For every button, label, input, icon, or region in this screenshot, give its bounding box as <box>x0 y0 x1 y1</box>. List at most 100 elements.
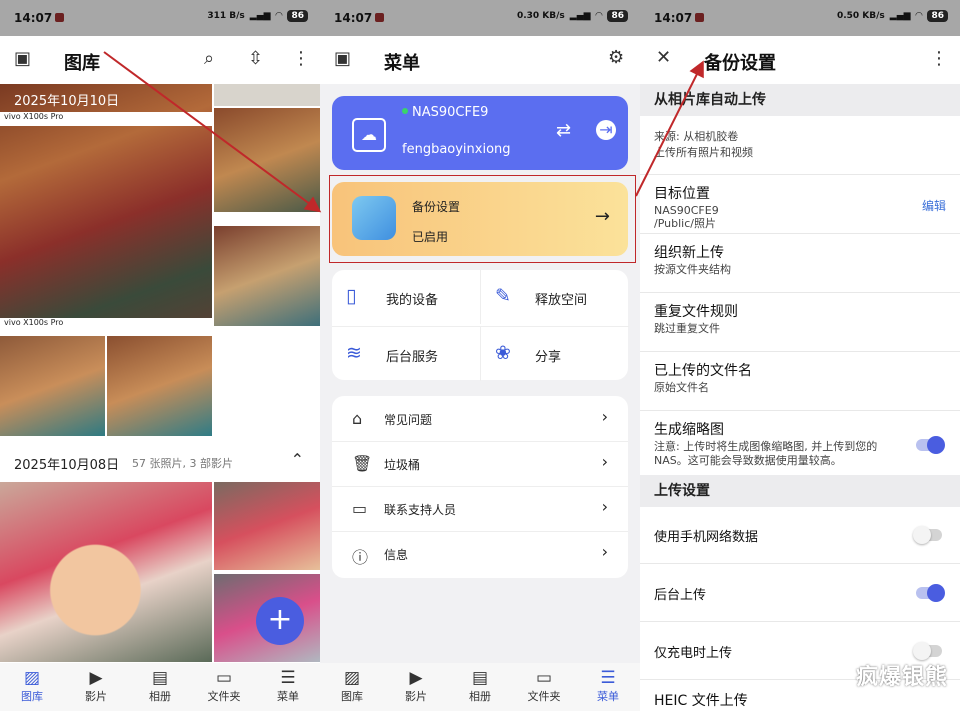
nav-menu[interactable]: ☰ 菜单 <box>576 663 640 711</box>
row-sub: 按源文件夹结构 <box>654 263 731 276</box>
chevron-right-icon: › <box>601 497 608 516</box>
nav-gallery[interactable]: ▨ 图库 <box>0 663 64 711</box>
row-title: 重复文件规则 <box>654 304 738 320</box>
info-icon: ⓘ <box>352 548 369 567</box>
status-time: 14:07 <box>334 11 373 25</box>
section-header: 从相片库自动上传 <box>640 84 960 116</box>
nav-folders[interactable]: ▭ 文件夹 <box>512 663 576 711</box>
nav-folders[interactable]: ▭ 文件夹 <box>192 663 256 711</box>
chevron-right-icon: › <box>601 542 608 561</box>
row-sub: 注意: 上传时将生成图像缩略图, 并上传到您的 NAS。这可能会导致数据使用量较… <box>654 440 878 467</box>
photo-child-large[interactable] <box>0 482 212 662</box>
row-title: 使用手机网络数据 <box>654 530 759 545</box>
switch-icon[interactable]: ⇄ <box>556 120 571 141</box>
battery-icon: 86 <box>927 10 948 22</box>
battery-icon: 86 <box>607 10 628 22</box>
menu-icon: ☰ <box>280 668 296 688</box>
row-sub: NAS90CFE9 <box>654 204 719 217</box>
background-upload-toggle[interactable] <box>916 584 945 602</box>
share-button[interactable]: ❀ 分享 <box>480 326 629 381</box>
nav-albums[interactable]: ▤ 相册 <box>128 663 192 711</box>
chevron-right-icon: › <box>601 452 608 471</box>
nav-videos[interactable]: ▶ 影片 <box>64 663 128 711</box>
list-item-trash[interactable]: 🗑 垃圾桶 › <box>332 441 628 487</box>
folder-icon: ▭ <box>215 668 233 688</box>
sidebar-toggle-icon[interactable]: ▣ <box>14 48 31 69</box>
nas-user: fengbaoyinxiong <box>402 142 511 157</box>
photo-thumb[interactable] <box>107 336 212 436</box>
menu-appbar: ▣ 菜单 ⚙ <box>320 36 640 84</box>
list-item-info[interactable]: ⓘ 信息 › <box>332 531 628 576</box>
row-title: 组织新上传 <box>654 245 724 261</box>
service-icon: ≋ <box>346 342 362 364</box>
uploaded-filename-row[interactable]: 已上传的文件名 原始文件名 <box>640 352 960 411</box>
organize-row[interactable]: 组织新上传 按源文件夹结构 <box>640 234 960 293</box>
app-notification-icon <box>375 13 384 22</box>
settings-appbar: ✕ 备份设置 ⋮ <box>640 36 960 84</box>
charging-only-toggle[interactable] <box>913 642 942 660</box>
photo-thumb[interactable] <box>214 84 320 106</box>
target-location-row[interactable]: 目标位置 NAS90CFE9 /Public/照片 编辑 <box>640 175 960 234</box>
trash-icon: 🗑 <box>352 454 373 473</box>
nas-card[interactable]: ☁ NAS90CFE9 fengbaoyinxiong ⇄ ⇥ <box>332 96 628 170</box>
row-sub: 跳过重复文件 <box>654 322 720 335</box>
nav-menu[interactable]: ☰ 菜单 <box>256 663 320 711</box>
list-item-faq[interactable]: ⌂ 常见问题 › <box>332 396 628 442</box>
folder-icon: ▭ <box>535 668 553 688</box>
date-header: 2025年10月10日 <box>14 94 120 109</box>
duplicate-rule-row[interactable]: 重复文件规则 跳过重复文件 <box>640 293 960 352</box>
photo-thumb[interactable] <box>0 336 105 436</box>
nav-albums[interactable]: ▤ 相册 <box>448 663 512 711</box>
page-title: 图库 <box>64 53 100 74</box>
photo-banquet-large[interactable]: 2025年10月10日 vivo X100s Pro vivo X100s Pr… <box>0 84 212 332</box>
add-button[interactable]: + <box>256 597 304 645</box>
row-title: 目标位置 <box>654 186 710 202</box>
row-sub: /Public/照片 <box>654 217 716 230</box>
gallery-screen: 14:07 311 B/s ▂▄▆ ◠ 86 ▣ 图库 ⌕ ⇳ ⋮ 2025年10月1… <box>0 0 320 711</box>
signal-icon: ▂▄▆ <box>889 11 911 21</box>
nav-videos[interactable]: ▶ 影片 <box>384 663 448 711</box>
chevron-up-icon[interactable]: ⌃ <box>291 450 304 469</box>
wifi-icon: ◠ <box>915 11 923 21</box>
gallery-icon: ▨ <box>23 668 41 688</box>
thumbnail-toggle[interactable] <box>916 436 945 454</box>
logout-icon[interactable]: ⇥ <box>596 120 616 140</box>
gallery-appbar: ▣ 图库 ⌕ ⇳ ⋮ <box>0 36 320 84</box>
album-icon: ▤ <box>151 668 169 688</box>
sidebar-toggle-icon[interactable]: ▣ <box>334 48 351 69</box>
status-bar: 14:07 0.50 KB/s ▂▄▆ ◠ 86 <box>640 0 960 36</box>
list-item-support[interactable]: ▭ 联系支持人员 › <box>332 486 628 532</box>
settings-gear-icon[interactable]: ⚙ <box>608 47 624 68</box>
close-icon[interactable]: ✕ <box>656 47 671 68</box>
edit-button[interactable]: 编辑 <box>922 197 946 214</box>
search-icon[interactable]: ⌕ <box>204 48 214 69</box>
highlight-box <box>329 175 636 263</box>
bottom-nav: ▨ 图库 ▶ 影片 ▤ 相册 ▭ 文件夹 ☰ 菜单 <box>320 663 640 711</box>
collapse-icon[interactable]: ⇳ <box>248 48 263 69</box>
thumbnail-row: 生成缩略图 注意: 上传时将生成图像缩略图, 并上传到您的 NAS。这可能会导致… <box>640 411 960 476</box>
broom-icon: ✎ <box>495 285 511 307</box>
photo-thumb[interactable] <box>214 482 320 570</box>
mobile-data-toggle[interactable] <box>913 526 942 544</box>
backup-settings-screen: 14:07 0.50 KB/s ▂▄▆ ◠ 86 ✕ 备份设置 ⋮ 从相片库自动上传 … <box>640 0 960 711</box>
photo-thumb[interactable] <box>214 226 320 326</box>
gallery-icon: ▨ <box>343 668 361 688</box>
wifi-icon: ◠ <box>595 11 603 21</box>
background-service-button[interactable]: ≋ 后台服务 <box>332 326 480 381</box>
nas-name: NAS90CFE9 <box>412 105 489 120</box>
photo-thumb[interactable] <box>214 108 320 212</box>
nav-gallery[interactable]: ▨ 图库 <box>320 663 384 711</box>
menu-list: ⌂ 常见问题 › 🗑 垃圾桶 › ▭ 联系支持人员 › ⓘ 信息 › <box>332 396 628 578</box>
more-options-icon[interactable]: ⋮ <box>930 48 948 69</box>
source-row: 来源: 从相机胶卷 上传所有照片和视频 <box>640 116 960 175</box>
net-speed: 0.50 KB/s <box>836 11 885 21</box>
mobile-data-row: 使用手机网络数据 <box>640 507 960 564</box>
row-title: 仅充电时上传 <box>654 646 733 661</box>
section-header: 上传设置 <box>640 475 960 507</box>
free-space-button[interactable]: ✎ 释放空间 <box>480 270 629 324</box>
online-status-dot <box>402 108 408 114</box>
more-options-icon[interactable]: ⋮ <box>292 48 310 69</box>
signal-icon: ▂▄▆ <box>569 11 591 21</box>
my-devices-button[interactable]: ▯ 我的设备 <box>332 270 480 324</box>
app-notification-icon <box>695 13 704 22</box>
